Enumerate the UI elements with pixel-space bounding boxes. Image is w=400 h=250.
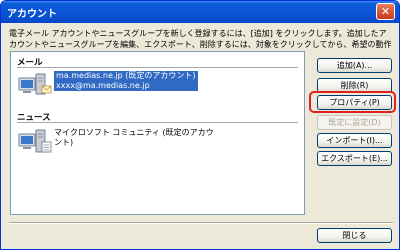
account-list[interactable]: メール ma.medias.ne.jp (既定のアカウント) xxxx@ma.m… <box>10 51 305 215</box>
footer-divider <box>9 222 393 224</box>
mail-account-name: ma.medias.ne.jp (既定のアカウント) <box>56 71 196 80</box>
mail-server-icon <box>18 73 52 95</box>
news-server-icon <box>18 129 52 153</box>
set-default-button[interactable]: 既定に設定(D) <box>317 115 392 130</box>
mail-account-address: xxxx@ma.medias.ne.jp <box>56 81 150 90</box>
mail-group-divider <box>17 67 298 68</box>
properties-button[interactable]: プロパティ(P) <box>317 95 392 110</box>
close-window-button[interactable]: ✕ <box>376 3 395 20</box>
mail-account-item-selected[interactable]: ma.medias.ne.jp (既定のアカウント) xxxx@ma.media… <box>54 71 198 91</box>
close-button[interactable]: 閉じる <box>317 228 392 243</box>
window-title: アカウント <box>7 9 57 20</box>
add-button[interactable]: 追加(A)... <box>317 58 392 73</box>
account-dialog: アカウント ✕ 電子メール アカウントやニュースグループを新しく登録するには、[… <box>0 0 400 250</box>
export-button[interactable]: エクスポート(E)... <box>317 151 392 166</box>
import-button[interactable]: インポート(I)... <box>317 133 392 148</box>
news-group-divider <box>17 122 298 123</box>
title-bar[interactable]: アカウント ✕ <box>1 1 399 23</box>
news-account-item[interactable]: マイクロソフト コミュニティ (既定のアカウント) <box>54 128 214 148</box>
